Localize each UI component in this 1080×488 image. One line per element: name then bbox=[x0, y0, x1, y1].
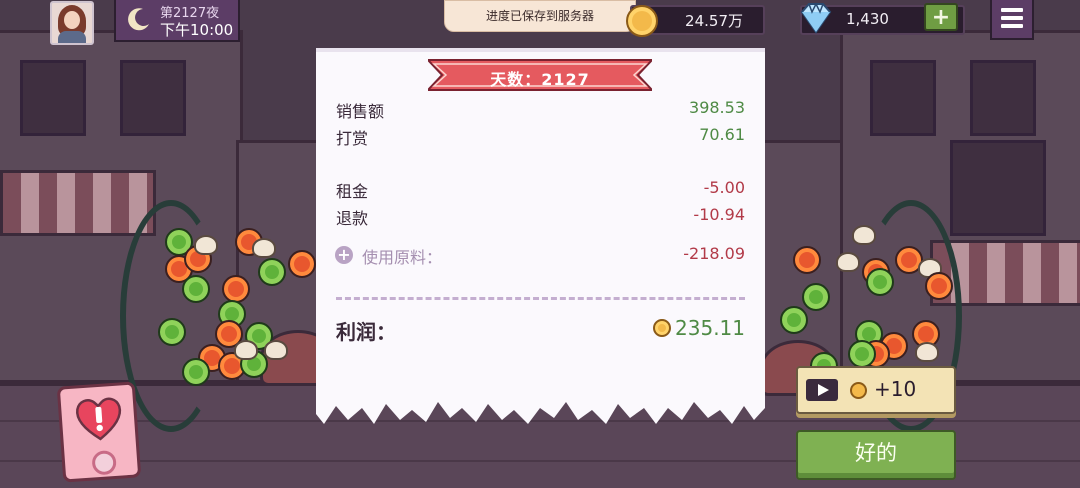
refund-value: -10.94 bbox=[693, 205, 745, 224]
gem-value: 1,430 bbox=[846, 10, 889, 28]
home-button-icon bbox=[91, 449, 117, 476]
pepper-slice bbox=[848, 340, 876, 368]
rent-value: -5.00 bbox=[703, 178, 745, 197]
menu-bar bbox=[1001, 24, 1023, 28]
pepper-slice bbox=[866, 268, 894, 296]
coin-icon bbox=[653, 319, 671, 337]
garlic-clove bbox=[852, 225, 876, 245]
add-gems-button[interactable]: + bbox=[924, 3, 958, 31]
coin-value: 24.57万 bbox=[685, 12, 743, 30]
clock-time: 下午10:00 bbox=[160, 21, 234, 39]
day-label: 天数：2127 bbox=[490, 70, 590, 89]
building-window bbox=[120, 60, 186, 136]
tomato-slice bbox=[288, 250, 316, 278]
moon-icon bbox=[128, 8, 149, 31]
menu-button[interactable] bbox=[990, 0, 1034, 40]
pepper-slice bbox=[802, 283, 830, 311]
garlic-clove bbox=[836, 252, 860, 272]
building-window bbox=[870, 60, 936, 136]
building-window bbox=[950, 140, 1046, 236]
receipt-divider bbox=[336, 297, 745, 300]
pepper-slice bbox=[182, 358, 210, 386]
materials-value: -218.09 bbox=[683, 244, 745, 263]
diamond-icon bbox=[800, 2, 832, 34]
coin-balance: 24.57万 bbox=[626, 5, 765, 37]
building-window bbox=[20, 60, 86, 136]
ad-reward-amount: +10 bbox=[874, 377, 917, 401]
watch-ad-reward-button[interactable]: +10 bbox=[796, 366, 956, 414]
building-window bbox=[970, 60, 1036, 136]
coin-icon bbox=[626, 5, 658, 37]
garlic-clove bbox=[252, 238, 276, 258]
tips-value: 70.61 bbox=[699, 125, 745, 144]
garlic-clove bbox=[234, 340, 258, 360]
refund-label: 退款 bbox=[336, 209, 369, 228]
ok-button[interactable]: 好的 bbox=[796, 430, 956, 480]
night-counter: 第2127夜 下午10:00 bbox=[114, 0, 240, 42]
menu-bar bbox=[1001, 8, 1023, 12]
pepper-slice bbox=[258, 258, 286, 286]
expand-materials-icon[interactable]: + bbox=[335, 246, 353, 264]
tomato-slice bbox=[925, 272, 953, 300]
alert-phone-button[interactable] bbox=[56, 381, 142, 483]
heart-alert-icon bbox=[75, 397, 122, 441]
garlic-clove bbox=[194, 235, 218, 255]
tomato-slice bbox=[793, 246, 821, 274]
garlic-clove bbox=[915, 342, 939, 362]
menu-bar bbox=[1001, 16, 1023, 20]
player-avatar[interactable] bbox=[50, 1, 94, 45]
materials-label[interactable]: 使用原料： bbox=[362, 244, 442, 268]
pepper-slice bbox=[158, 318, 186, 346]
save-toast: 进度已保存到服务器 bbox=[444, 0, 636, 32]
coin-icon bbox=[850, 382, 867, 399]
tomato-slice bbox=[222, 275, 250, 303]
daily-receipt: 天数：2127 销售额 398.53 打赏 70.61 租金 -5.00 退款 … bbox=[316, 48, 765, 432]
avatar-body bbox=[58, 31, 86, 43]
sales-value: 398.53 bbox=[689, 98, 745, 117]
profit-value: 235.11 bbox=[675, 316, 745, 340]
striped-awning bbox=[0, 170, 156, 236]
garlic-clove bbox=[264, 340, 288, 360]
rent-label: 租金 bbox=[336, 182, 369, 201]
tips-label: 打赏 bbox=[336, 129, 369, 148]
pepper-slice bbox=[780, 306, 808, 334]
pepper-slice bbox=[182, 275, 210, 303]
avatar-face bbox=[64, 11, 80, 29]
profit-label: 利润： bbox=[336, 320, 396, 344]
video-play-icon bbox=[806, 379, 838, 401]
sales-label: 销售额 bbox=[336, 102, 385, 121]
